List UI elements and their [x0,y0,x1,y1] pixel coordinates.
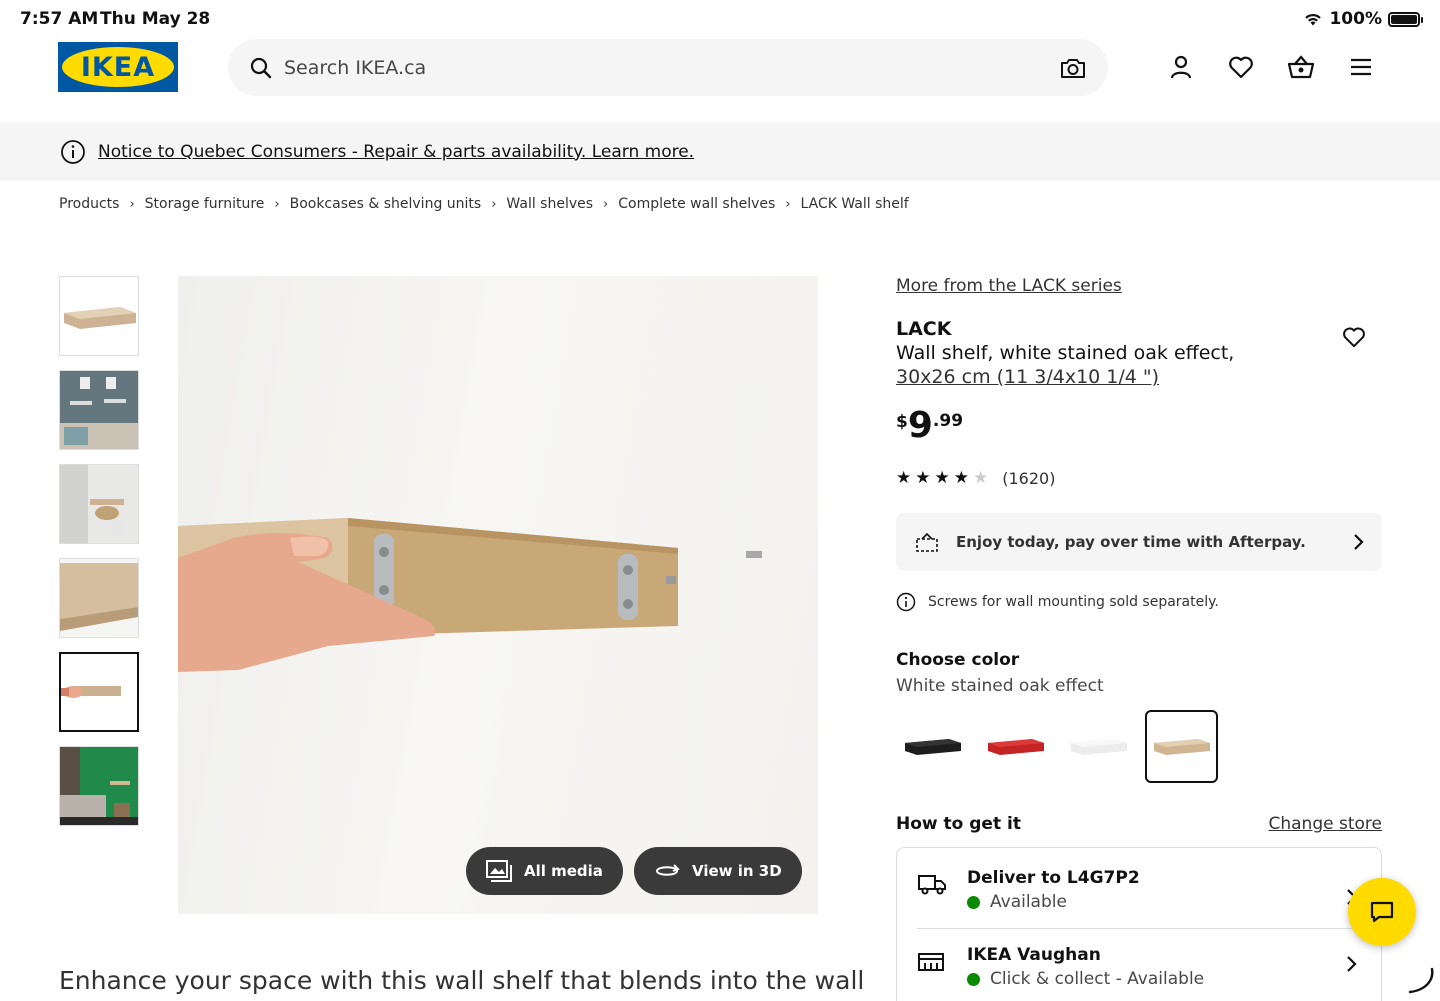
menu-icon[interactable] [1346,52,1376,82]
thumbnail-hand[interactable] [59,652,139,732]
store-icon [918,953,944,971]
star-icon: ★ [934,468,950,488]
swatch-black[interactable] [896,710,969,783]
thumbnail-room[interactable] [59,370,139,450]
view-3d-button[interactable]: View in 3D [634,847,802,895]
store-title: IKEA Vaughan [967,945,1101,965]
product-name: LACK [896,318,952,340]
status-time: 7:57 AM [20,9,99,29]
star-icon: ★ [896,468,912,488]
price-currency: $ [896,412,908,432]
choose-color-value: White stained oak effect [896,676,1104,696]
status-date: Thu May 28 [100,9,211,29]
thumbnail-closeup[interactable] [59,558,139,638]
truck-icon [918,875,946,895]
chevron-right-icon [1347,956,1357,972]
afterpay-icon [916,532,938,552]
choose-color-label: Choose color [896,650,1020,670]
afterpay-banner[interactable]: Enjoy today, pay over time with Afterpay… [896,513,1382,571]
chevron-right-icon: › [491,196,497,212]
how-to-get-it-label: How to get it [896,814,1021,834]
star-icon: ★ [915,468,931,488]
star-icon: ★ [973,468,989,488]
chat-button[interactable] [1348,878,1416,946]
swatch-red[interactable] [979,710,1052,783]
thumbnail-shelf[interactable] [59,276,139,356]
ikea-logo[interactable]: IKEA [58,42,178,92]
rotate-3d-icon [656,864,680,876]
store-status: Click & collect - Available [967,969,1204,989]
account-icon[interactable] [1166,52,1196,82]
battery-icon [1388,11,1423,27]
availability-box: Deliver to L4G7P2 Available IKEA Vaughan… [896,847,1382,1001]
price-integer: 9 [907,405,933,446]
chevron-right-icon [1354,534,1364,550]
delivery-status: Available [967,892,1140,912]
search-icon [250,57,272,78]
thumbnail-green-room[interactable] [59,746,139,826]
chevron-right-icon: › [129,196,135,212]
thumbnail-wall[interactable] [59,464,139,544]
status-right: 100% [1303,9,1423,29]
search-bar[interactable] [228,39,1108,96]
wifi-icon [1305,14,1322,26]
available-dot-icon [967,895,980,909]
product-info: More from the LACK series LACK Wall shel… [896,276,1382,1001]
breadcrumb: Products › Storage furniture › Bookcases &… [59,196,909,212]
search-input[interactable] [284,56,1060,79]
status-bar: 7:57 AM Thu May 28 100% [0,0,1440,38]
delivery-row[interactable]: Deliver to L4G7P2 Available [917,868,1357,912]
all-media-label: All media [524,862,603,880]
breadcrumb-item[interactable]: Wall shelves [506,196,593,212]
product-summary: Enhance your space with this wall shelf … [59,966,865,995]
swatch-oak[interactable] [1145,710,1218,783]
price-decimal: .99 [932,411,964,431]
favourite-heart-icon[interactable] [1342,326,1366,352]
review-count: (1620) [1002,468,1056,488]
breadcrumb-current: LACK Wall shelf [800,196,909,212]
shelf-photo [178,518,762,672]
camera-icon[interactable] [1060,57,1086,79]
header-icons [1166,52,1376,82]
logo-text: IKEA [80,51,156,83]
basket-icon[interactable] [1286,52,1316,82]
available-dot-icon [967,972,980,986]
screws-note: Screws for wall mounting sold separately… [896,592,1219,612]
rating[interactable]: ★ ★ ★ ★ ★ (1620) [896,468,1055,488]
divider [917,928,1381,929]
chevron-right-icon: › [274,196,280,212]
color-swatches [896,710,1218,783]
all-media-button[interactable]: All media [466,847,623,895]
swatch-white[interactable] [1062,710,1135,783]
product-description: Wall shelf, white stained oak effect, [896,342,1235,364]
screws-note-text: Screws for wall mounting sold separately… [928,594,1219,610]
notice-link[interactable]: Notice to Quebec Consumers - Repair & pa… [98,142,694,162]
view-3d-label: View in 3D [692,862,782,880]
series-link[interactable]: More from the LACK series [896,276,1122,296]
breadcrumb-item[interactable]: Complete wall shelves [618,196,775,212]
price: $ 9 .99 [896,408,963,444]
breadcrumb-item[interactable]: Bookcases & shelving units [290,196,482,212]
info-icon [896,592,916,612]
change-store-link[interactable]: Change store [1269,814,1383,834]
notice-banner: Notice to Quebec Consumers - Repair & pa… [0,122,1440,181]
afterpay-text: Enjoy today, pay over time with Afterpay… [956,533,1306,551]
thumbnail-list [59,276,139,840]
gallery-icon [486,860,512,882]
product-size[interactable]: 30x26 cm (11 3/4x10 1/4 ") [896,366,1159,388]
loading-spinner-icon [1408,967,1434,994]
product-main-image[interactable]: All media View in 3D [178,276,818,914]
breadcrumb-item[interactable]: Storage furniture [145,196,265,212]
breadcrumb-item[interactable]: Products [59,196,119,212]
star-icon: ★ [953,468,969,488]
battery-percent: 100% [1329,9,1382,29]
info-icon [61,139,85,164]
store-row[interactable]: IKEA Vaughan Click & collect - Available [917,945,1357,989]
heart-icon[interactable] [1226,52,1256,82]
delivery-title: Deliver to L4G7P2 [967,868,1140,888]
chat-icon [1370,901,1394,923]
chevron-right-icon: › [785,196,791,212]
chevron-right-icon: › [603,196,609,212]
